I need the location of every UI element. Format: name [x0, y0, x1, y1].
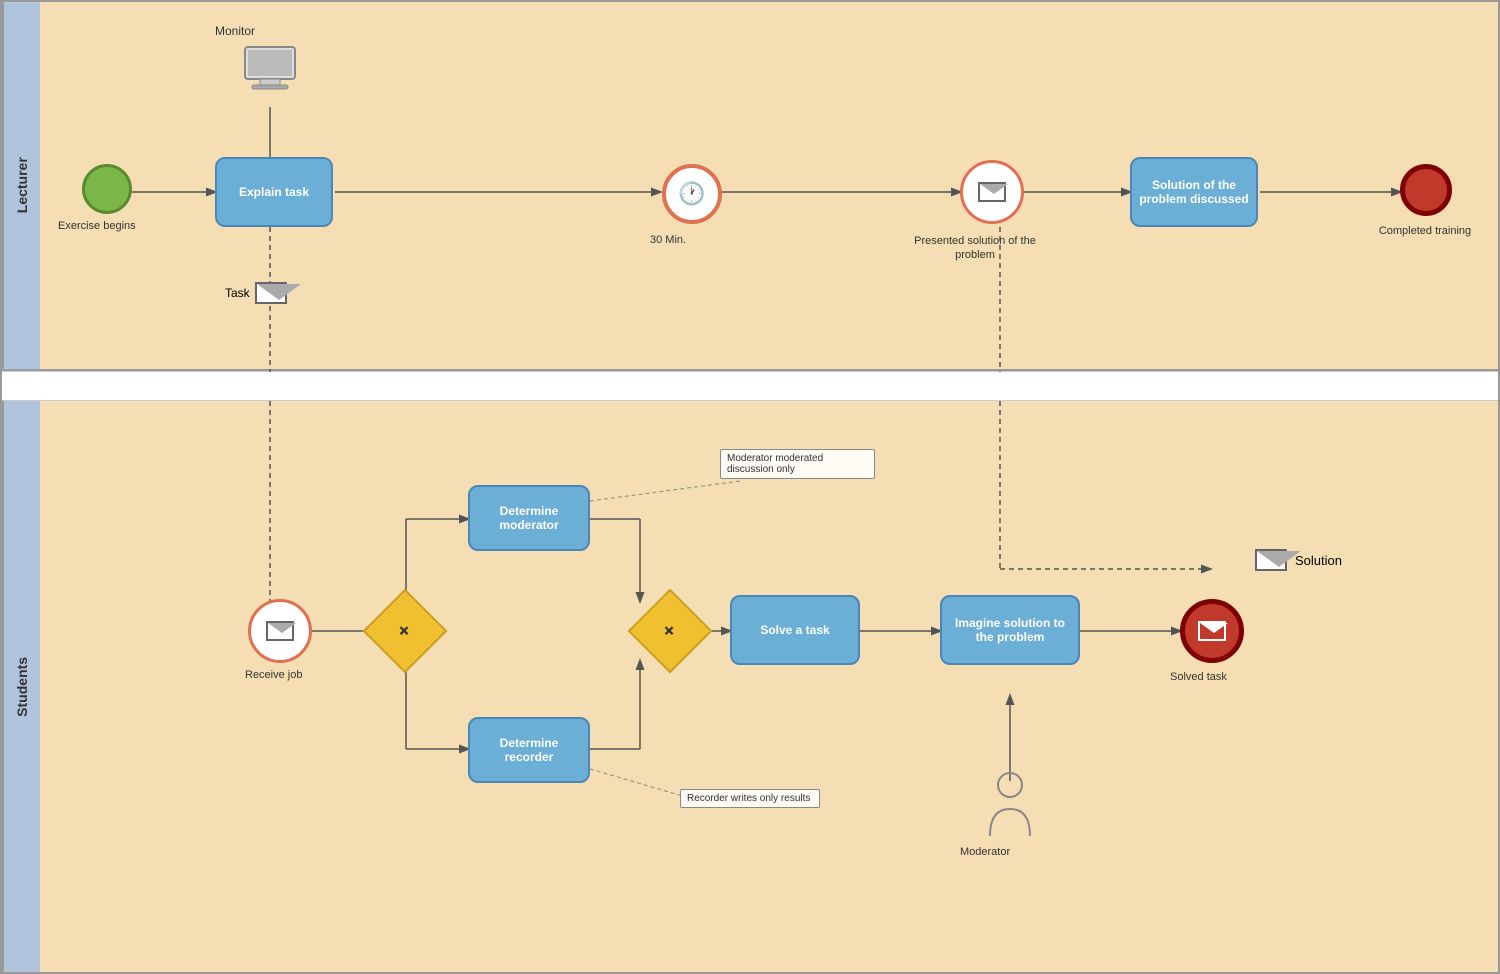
determine-recorder-task[interactable]: Determine recorder — [468, 717, 590, 783]
moderator-note-box: Moderator moderated discussion only — [720, 449, 875, 479]
solution-annotation: Solution — [1255, 549, 1342, 571]
solved-task-event — [1180, 599, 1244, 663]
moderator-label: Moderator — [960, 846, 1010, 858]
gateway2: + — [635, 601, 705, 661]
recorder-note-box: Recorder writes only results — [680, 789, 820, 808]
start-label: Exercise begins — [58, 220, 136, 232]
arrows-students — [40, 401, 1498, 972]
receive-envelope-icon — [266, 621, 294, 641]
timer-label: 30 Min. — [650, 234, 686, 246]
solution-envelope-icon — [1255, 549, 1287, 571]
lane-label-lecturer: Lecturer — [2, 2, 40, 369]
solved-task-label: Solved task — [1170, 671, 1227, 683]
monitor-icon — [235, 40, 305, 100]
end-event — [1400, 164, 1452, 216]
lane-gap — [2, 371, 1498, 401]
monitor-label: Monitor — [215, 24, 255, 38]
clock-icon: 🕐 — [678, 181, 705, 207]
diagram-container: Lecturer — [0, 0, 1500, 974]
end-label: Completed training — [1375, 224, 1475, 238]
presented-solution-event — [960, 160, 1024, 224]
task-annotation: Task — [225, 282, 287, 304]
solution-discussed-task[interactable]: Solution of the problem discussed — [1130, 157, 1258, 227]
receive-job-label: Receive job — [245, 669, 302, 681]
envelope-inner-icon — [978, 182, 1006, 202]
clock-shape: 🕐 — [662, 164, 722, 224]
gateway1: + — [370, 601, 440, 661]
presented-solution-label: Presented solution of the problem — [910, 234, 1040, 263]
determine-moderator-task[interactable]: Determine moderator — [468, 485, 590, 551]
lane-label-students: Students — [2, 401, 40, 972]
lane-content-students: Receive job + Determine moderator Determ… — [40, 401, 1498, 972]
lane-students: Students — [2, 401, 1498, 972]
imagine-solution-task[interactable]: Imagine solution to the problem — [940, 595, 1080, 665]
start-event — [82, 164, 132, 214]
solved-envelope-icon — [1198, 621, 1226, 641]
task-envelope-icon — [255, 282, 287, 304]
timer-event: 🕐 — [660, 162, 724, 226]
lane-lecturer: Lecturer — [2, 2, 1498, 371]
task-label-text: Task — [225, 286, 250, 300]
moderator-person — [975, 766, 1045, 846]
explain-task[interactable]: Explain task — [215, 157, 333, 227]
solve-task[interactable]: Solve a task — [730, 595, 860, 665]
solution-label-text: Solution — [1295, 553, 1342, 568]
receive-job-event — [248, 599, 312, 663]
lane-content-lecturer: Monitor Exercise begins Explain task Tas… — [40, 2, 1498, 369]
